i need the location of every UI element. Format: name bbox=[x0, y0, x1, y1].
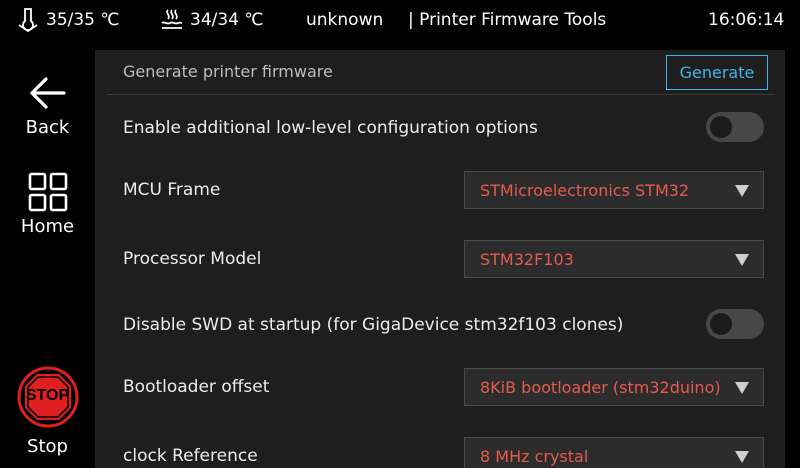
side-navigation: Back Home STOP Stop bbox=[0, 40, 95, 468]
stop-label: Stop bbox=[27, 436, 68, 457]
processor-model-select[interactable]: STM32F103 bbox=[464, 240, 764, 278]
setting-label: Bootloader offset bbox=[123, 377, 270, 397]
grid-icon bbox=[28, 172, 68, 212]
disable-swd-toggle[interactable] bbox=[706, 309, 764, 339]
chevron-down-icon bbox=[735, 382, 749, 394]
bed-temp-value: 34/34 ℃ bbox=[190, 10, 264, 30]
heated-bed-icon bbox=[160, 7, 184, 33]
select-value: 8KiB bootloader (stm32duino) bbox=[480, 378, 721, 397]
back-button[interactable]: Back bbox=[0, 73, 95, 138]
select-value: STM32F103 bbox=[480, 250, 574, 269]
toggle-knob bbox=[710, 116, 732, 138]
chevron-down-icon bbox=[735, 254, 749, 266]
firmware-settings-panel: Generate printer firmware Generate Enabl… bbox=[95, 50, 785, 468]
bed-temp-indicator: 34/34 ℃ bbox=[160, 0, 264, 40]
setting-row-clock-reference: clock Reference 8 MHz crystal bbox=[95, 437, 785, 468]
nozzle-thermometer-icon bbox=[16, 7, 40, 33]
printer-name: unknown bbox=[306, 10, 384, 30]
arrow-left-icon bbox=[28, 73, 68, 113]
mcu-frame-select[interactable]: STMicroelectronics STM32 bbox=[464, 171, 764, 209]
panel-header: Generate printer firmware Generate bbox=[95, 50, 785, 95]
clock: 16:06:14 bbox=[708, 10, 785, 30]
home-button[interactable]: Home bbox=[0, 172, 95, 237]
toggle-knob bbox=[710, 313, 732, 335]
status-bar: 35/35 ℃ 34/34 ℃ unknown | Printer Firmwa… bbox=[0, 0, 800, 40]
select-value: 8 MHz crystal bbox=[480, 447, 589, 466]
bootloader-offset-select[interactable]: 8KiB bootloader (stm32duino) bbox=[464, 368, 764, 406]
setting-row-low-level-options: Enable additional low-level configuratio… bbox=[95, 110, 785, 150]
select-value: STMicroelectronics STM32 bbox=[480, 181, 690, 200]
setting-label: MCU Frame bbox=[123, 180, 221, 200]
stop-button[interactable]: STOP Stop bbox=[0, 366, 95, 457]
setting-row-bootloader-offset: Bootloader offset 8KiB bootloader (stm32… bbox=[95, 368, 785, 408]
setting-row-disable-swd: Disable SWD at startup (for GigaDevice s… bbox=[95, 307, 785, 347]
extruder-temp-indicator: 35/35 ℃ bbox=[16, 0, 120, 40]
back-label: Back bbox=[25, 117, 70, 138]
chevron-down-icon bbox=[735, 451, 749, 463]
setting-label: Processor Model bbox=[123, 249, 262, 269]
setting-label: Enable additional low-level configuratio… bbox=[123, 118, 538, 138]
setting-row-processor-model: Processor Model STM32F103 bbox=[95, 240, 785, 280]
stop-octagon-icon: STOP bbox=[17, 366, 79, 428]
setting-label: Disable SWD at startup (for GigaDevice s… bbox=[123, 315, 624, 335]
stop-badge-text: STOP bbox=[25, 387, 70, 404]
low-level-options-toggle[interactable] bbox=[706, 112, 764, 142]
generate-button[interactable]: Generate bbox=[666, 55, 768, 90]
header-divider bbox=[107, 94, 775, 95]
setting-row-mcu-frame: MCU Frame STMicroelectronics STM32 bbox=[95, 171, 785, 211]
panel-title: Generate printer firmware bbox=[123, 62, 333, 81]
clock-reference-select[interactable]: 8 MHz crystal bbox=[464, 437, 764, 468]
home-label: Home bbox=[20, 216, 75, 237]
app-title: | Printer Firmware Tools bbox=[408, 10, 607, 30]
setting-label: clock Reference bbox=[123, 446, 258, 466]
chevron-down-icon bbox=[735, 185, 749, 197]
extruder-temp-value: 35/35 ℃ bbox=[46, 10, 120, 30]
